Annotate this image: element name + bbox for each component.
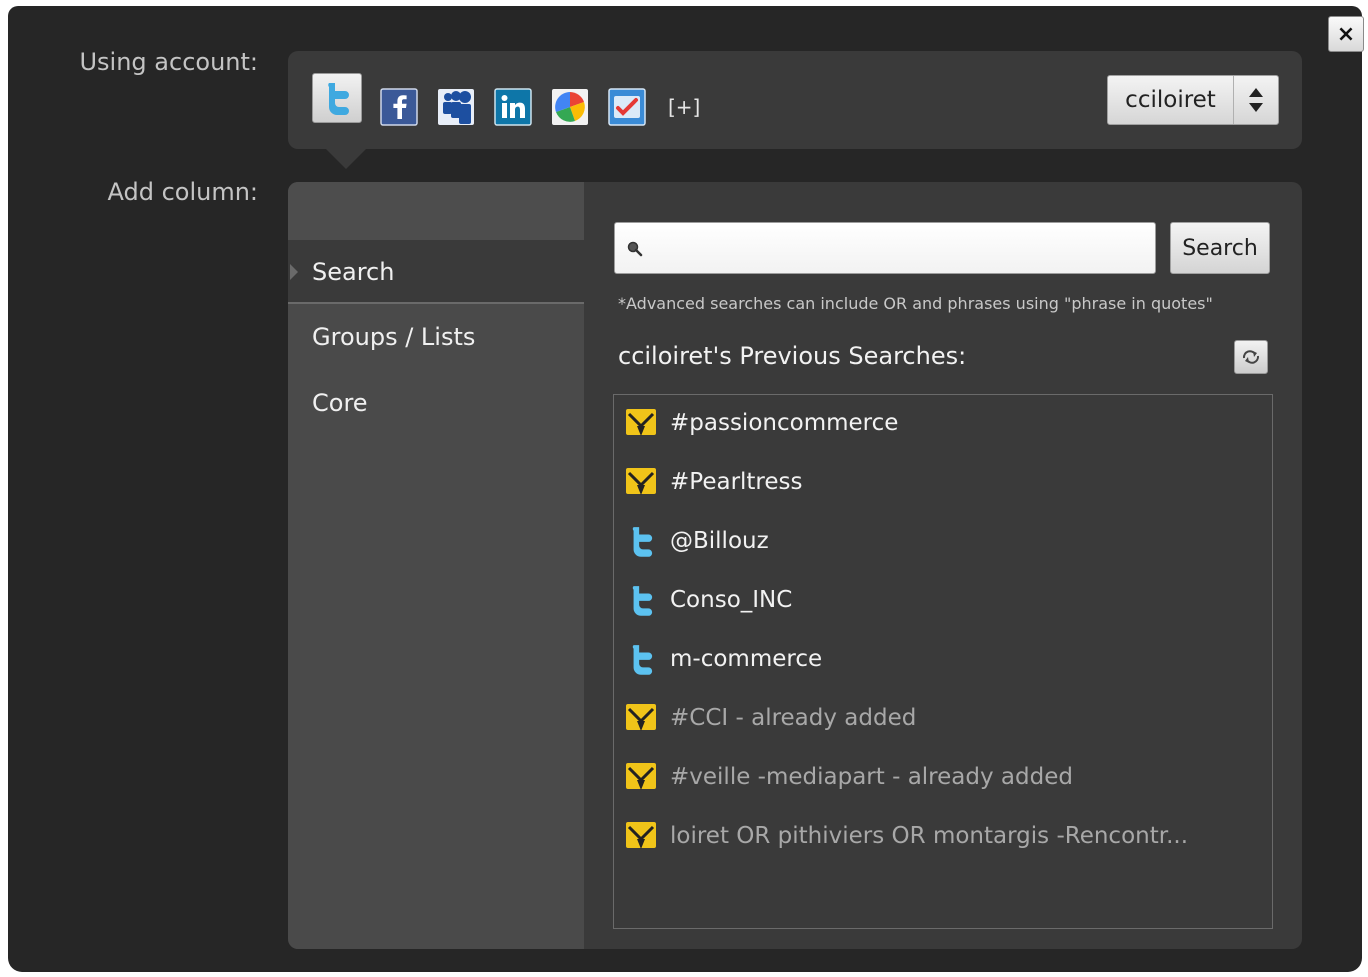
search-item-label: m-commerce <box>670 646 823 672</box>
refresh-icon <box>1242 350 1260 364</box>
google-buzz-icon <box>552 89 588 125</box>
hootsuite-icon <box>626 822 656 849</box>
account-selector[interactable]: cciloiret <box>1107 75 1279 125</box>
twitter-icon <box>632 586 653 616</box>
search-item-label: loiret OR pithiviers OR montargis -Renco… <box>670 823 1189 849</box>
search-item-label: #passioncommerce <box>670 410 899 436</box>
menu-item-groups-lists[interactable]: Groups / Lists <box>288 306 584 368</box>
list-item[interactable]: #veille -mediapart - already added <box>614 752 1254 802</box>
twitter-icon <box>328 83 349 115</box>
list-item[interactable]: #CCI - already added <box>614 693 1254 743</box>
service-linkedin-button[interactable] <box>494 88 532 126</box>
search-icon <box>627 241 643 257</box>
service-foursquare-button[interactable] <box>608 88 646 126</box>
close-icon: × <box>1336 21 1356 47</box>
service-google-buzz-button[interactable] <box>551 88 589 126</box>
linkedin-icon <box>494 88 532 126</box>
account-bar: [+] cciloiret <box>288 51 1302 169</box>
previous-searches-title: cciloiret's Previous Searches: <box>618 342 967 370</box>
chevron-up-icon <box>1249 88 1263 97</box>
hootsuite-icon <box>626 468 656 495</box>
list-item[interactable]: #passioncommerce <box>614 398 1254 448</box>
menu-item-core[interactable]: Core <box>288 372 584 434</box>
hootsuite-icon <box>626 763 656 790</box>
add-column-panel: Search Groups / Lists Core Search *Advan… <box>288 182 1302 949</box>
add-account-link[interactable]: [+] <box>668 95 700 119</box>
search-input[interactable] <box>614 222 1156 274</box>
chevron-down-icon <box>1249 103 1263 112</box>
menu-item-label: Search <box>312 258 395 286</box>
hootsuite-icon <box>626 704 656 731</box>
service-facebook-button[interactable] <box>380 88 418 126</box>
foursquare-icon <box>608 88 646 126</box>
account-bar-pointer <box>326 149 366 169</box>
list-item[interactable]: @Billouz <box>614 516 1254 566</box>
search-item-label: @Billouz <box>670 528 769 554</box>
service-twitter-button[interactable] <box>312 73 362 123</box>
facebook-icon <box>380 88 418 126</box>
list-item[interactable]: #Pearltress <box>614 457 1254 507</box>
search-item-label: #veille -mediapart - already added <box>670 764 1073 790</box>
menu-item-label: Core <box>312 389 368 417</box>
twitter-icon <box>632 645 653 675</box>
add-column-label: Add column: <box>107 178 258 206</box>
search-item-label: Conso_INC <box>670 587 793 613</box>
caret-right-icon <box>290 264 298 280</box>
menu-item-label: Groups / Lists <box>312 323 476 351</box>
search-item-label: #CCI - already added <box>670 705 917 731</box>
service-myspace-button[interactable] <box>437 88 475 126</box>
close-button[interactable]: × <box>1328 16 1364 52</box>
search-button[interactable]: Search <box>1170 222 1270 274</box>
using-account-label: Using account: <box>79 48 258 76</box>
account-selector-value: cciloiret <box>1125 87 1216 113</box>
search-item-label: #Pearltress <box>670 469 803 495</box>
list-item[interactable]: Conso_INC <box>614 575 1254 625</box>
previous-searches-list: #passioncommerce #Pearltress @Billouz Co… <box>613 394 1273 929</box>
list-item[interactable]: loiret OR pithiviers OR montargis -Renco… <box>614 811 1254 861</box>
myspace-icon <box>438 89 474 125</box>
refresh-button[interactable] <box>1234 340 1268 374</box>
menu-item-search[interactable]: Search <box>288 242 584 304</box>
add-stream-dialog: Using account: [+] cciloiret Add column:… <box>8 6 1362 972</box>
search-hint: *Advanced searches can include OR and ph… <box>618 294 1213 313</box>
account-selector-spinner[interactable] <box>1233 76 1278 124</box>
twitter-icon <box>632 527 653 557</box>
hootsuite-icon <box>626 409 656 436</box>
menu-header <box>288 182 584 242</box>
list-item[interactable]: m-commerce <box>614 634 1254 684</box>
